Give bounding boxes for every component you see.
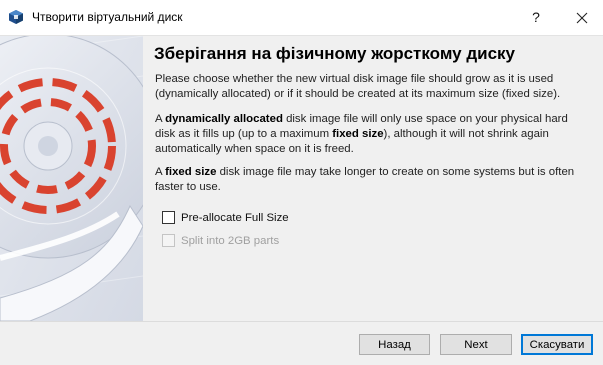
dynamic-description: A dynamically allocated disk image file … bbox=[155, 112, 577, 157]
preallocate-label[interactable]: Pre-allocate Full Size bbox=[181, 212, 289, 224]
next-button[interactable]: Next bbox=[440, 334, 512, 355]
page-title: Зберігання на фізичному жорсткому диску bbox=[154, 44, 516, 63]
preallocate-checkbox[interactable] bbox=[162, 211, 175, 224]
fixed-size-term: fixed size bbox=[332, 128, 384, 140]
dynamic-prefix: A bbox=[155, 113, 166, 125]
close-button[interactable] bbox=[562, 0, 602, 35]
back-button[interactable]: Назад bbox=[359, 334, 430, 355]
split-label: Split into 2GB parts bbox=[181, 234, 280, 247]
virtualbox-icon bbox=[9, 10, 23, 24]
title-bar: Чтворити віртуальний диск ? bbox=[0, 0, 603, 36]
window-title: Чтворити віртуальний диск bbox=[32, 10, 183, 24]
fixed-term: fixed size bbox=[165, 166, 217, 178]
close-icon bbox=[576, 12, 588, 23]
hard-disk-illustration bbox=[0, 36, 143, 321]
button-bar: Назад Next Скасувати bbox=[0, 321, 603, 365]
split-checkbox bbox=[162, 234, 175, 247]
intro-paragraph: Please choose whether the new virtual di… bbox=[155, 73, 561, 100]
cancel-button[interactable]: Скасувати bbox=[521, 334, 593, 355]
dynamic-term: dynamically allocated bbox=[165, 113, 283, 125]
fixed-prefix: A bbox=[155, 166, 166, 178]
fixed-description: A fixed size disk image file may take lo… bbox=[155, 165, 577, 195]
fixed-suffix: disk image file may take longer to creat… bbox=[155, 166, 575, 193]
help-button[interactable]: ? bbox=[518, 0, 554, 35]
split-option: Split into 2GB parts bbox=[162, 234, 279, 247]
preallocate-option[interactable]: Pre-allocate Full Size bbox=[162, 211, 289, 224]
